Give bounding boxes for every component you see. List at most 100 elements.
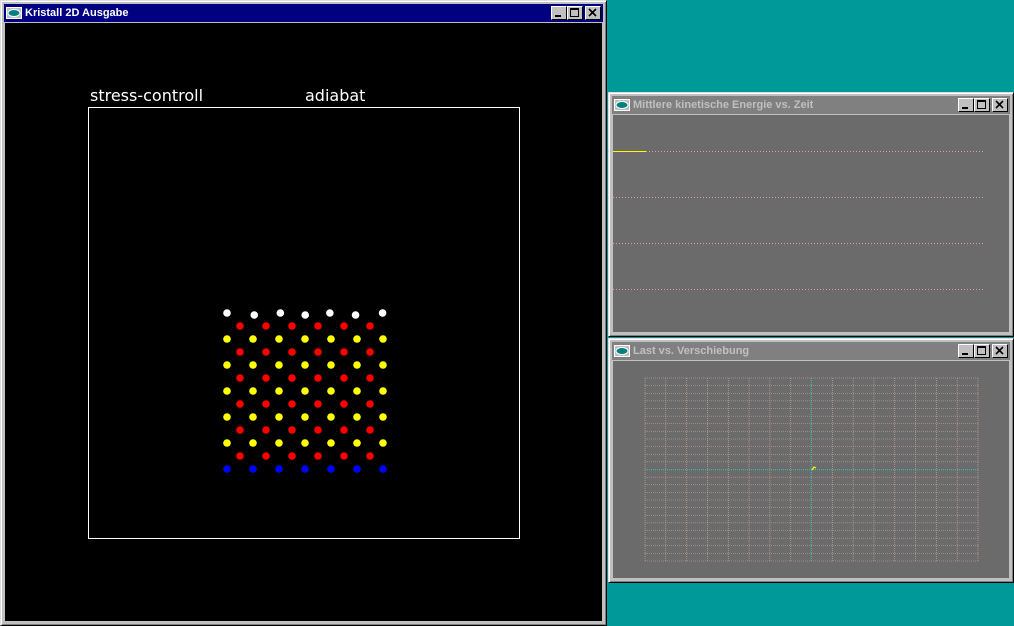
atom-red	[262, 322, 270, 330]
atom-yellow	[249, 361, 257, 369]
atom-blue	[353, 465, 361, 473]
load-window-titlebar[interactable]: Last vs. Verschiebung	[612, 342, 1010, 360]
crystal-window-titlebar[interactable]: Kristall 2D Ausgabe	[4, 4, 603, 22]
load-plot	[613, 361, 1009, 578]
load-window-title: Last vs. Verschiebung	[633, 345, 750, 357]
atom-yellow	[301, 335, 309, 343]
energy-window-titlebar[interactable]: Mittlere kinetische Energie vs. Zeit	[612, 96, 1010, 114]
crystal-window-title: Kristall 2D Ausgabe	[25, 7, 129, 19]
crystal-lattice	[223, 309, 387, 473]
close-icon	[995, 346, 1004, 355]
atom-red	[288, 322, 296, 330]
minimize-icon	[962, 353, 968, 355]
atom-red	[236, 348, 244, 356]
atom-blue	[275, 465, 283, 473]
atom-red	[236, 322, 244, 330]
atom-yellow	[379, 361, 387, 369]
atom-white	[250, 311, 259, 319]
atom-red	[262, 426, 270, 434]
atom-red	[366, 452, 374, 460]
atom-blue	[223, 465, 231, 473]
atom-red	[288, 374, 296, 382]
close-button[interactable]	[992, 344, 1008, 358]
atom-yellow	[301, 413, 309, 421]
atom-red	[288, 400, 296, 408]
atom-yellow	[223, 439, 231, 447]
atom-red	[366, 348, 374, 356]
atom-yellow	[301, 361, 309, 369]
atom-red	[236, 452, 244, 460]
atom-yellow	[275, 439, 283, 447]
energy-window-title: Mittlere kinetische Energie vs. Zeit	[633, 99, 814, 111]
atom-red	[366, 426, 374, 434]
atom-red	[262, 374, 270, 382]
atom-red	[340, 374, 348, 382]
atom-yellow	[353, 439, 361, 447]
app-icon[interactable]	[6, 7, 22, 19]
atom-yellow	[353, 413, 361, 421]
atom-yellow	[379, 439, 387, 447]
atom-red	[236, 400, 244, 408]
maximize-icon	[977, 346, 986, 355]
atom-red	[288, 426, 296, 434]
atom-blue	[327, 465, 335, 473]
minimize-button[interactable]	[958, 98, 974, 112]
atom-yellow	[379, 413, 387, 421]
atom-yellow	[249, 439, 257, 447]
load-plot-svg	[644, 377, 979, 562]
maximize-button[interactable]	[974, 344, 990, 358]
atom-yellow	[301, 439, 309, 447]
atom-red	[340, 322, 348, 330]
atom-yellow	[353, 335, 361, 343]
atom-blue	[301, 465, 309, 473]
atom-white	[378, 309, 387, 317]
atom-red	[314, 322, 322, 330]
energy-window[interactable]: Mittlere kinetische Energie vs. Zeit	[608, 92, 1014, 337]
atom-red	[340, 348, 348, 356]
minimize-button[interactable]	[551, 6, 567, 20]
maximize-button[interactable]	[974, 98, 990, 112]
atom-red	[340, 400, 348, 408]
atom-blue	[249, 465, 257, 473]
atom-yellow	[301, 387, 309, 395]
atom-yellow	[327, 335, 335, 343]
atom-red	[236, 374, 244, 382]
atom-red	[236, 426, 244, 434]
close-button[interactable]	[992, 98, 1008, 112]
atom-white	[276, 309, 285, 317]
atom-red	[314, 426, 322, 434]
atom-white	[351, 311, 360, 319]
atom-white	[223, 309, 231, 317]
maximize-icon	[570, 8, 579, 17]
atom-red	[314, 374, 322, 382]
app-icon[interactable]	[614, 99, 630, 111]
maximize-button[interactable]	[567, 6, 583, 20]
atom-red	[366, 400, 374, 408]
atom-yellow	[249, 413, 257, 421]
atom-red	[314, 348, 322, 356]
crystal-canvas: stress-controll adiabat	[5, 23, 602, 621]
atom-red	[288, 452, 296, 460]
atom-red	[314, 452, 322, 460]
load-window[interactable]: Last vs. Verschiebung	[608, 338, 1014, 583]
atom-red	[340, 452, 348, 460]
atom-yellow	[353, 361, 361, 369]
atom-yellow	[327, 439, 335, 447]
app-icon[interactable]	[614, 345, 630, 357]
atom-yellow	[327, 387, 335, 395]
atom-yellow	[223, 335, 231, 343]
atom-yellow	[275, 413, 283, 421]
atom-yellow	[275, 335, 283, 343]
minimize-button[interactable]	[958, 344, 974, 358]
minimize-icon	[555, 15, 561, 17]
close-button[interactable]	[585, 6, 601, 20]
atom-red	[340, 426, 348, 434]
atom-yellow	[275, 361, 283, 369]
energy-plot	[613, 115, 1009, 332]
maximize-icon	[977, 100, 986, 109]
crystal-window[interactable]: Kristall 2D Ausgabe stress-controll adia…	[0, 0, 607, 626]
atom-yellow	[249, 387, 257, 395]
minimize-icon	[962, 107, 968, 109]
atom-yellow	[353, 387, 361, 395]
atom-yellow	[379, 387, 387, 395]
